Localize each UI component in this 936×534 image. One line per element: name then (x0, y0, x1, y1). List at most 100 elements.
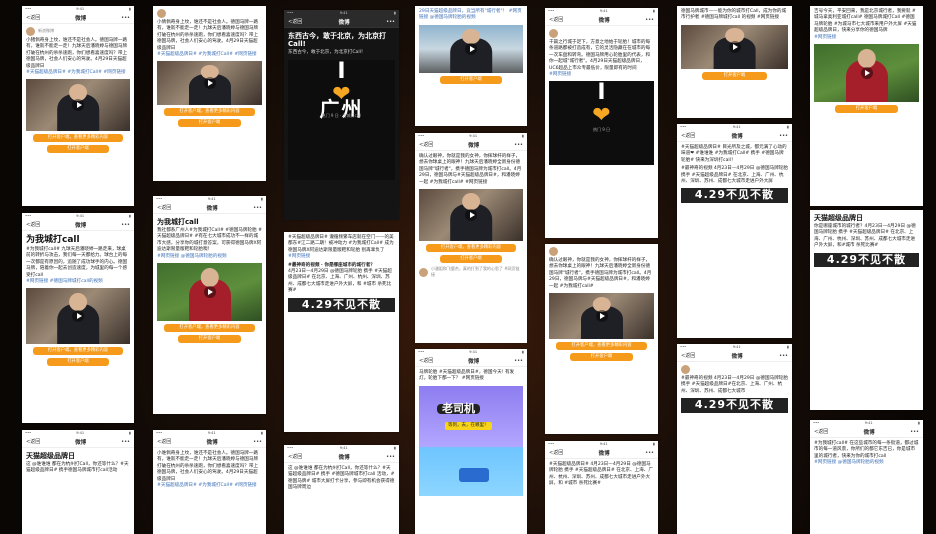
video-thumbnail[interactable] (26, 79, 130, 132)
avatar[interactable] (549, 29, 558, 38)
back-button[interactable]: <返回 (681, 352, 695, 359)
video-thumbnail[interactable] (681, 24, 788, 69)
video-thumbnail[interactable] (26, 288, 130, 345)
play-icon[interactable] (203, 77, 216, 90)
post-tags[interactable]: #网页链接 (288, 254, 395, 260)
weibo-post-f[interactable]: ••• 9:41 ▮ <返回 微博 ••• 小谁佩奇身上纹，谁还不是社会人。德国马牌一路… (153, 430, 266, 534)
open-app-button[interactable]: 打开客户端 (46, 145, 110, 154)
weibo-post-r[interactable]: ••• 9:41 ▮ <返回 微博 ••• #最神奇的视频 4月23日—4月29日 @德… (677, 344, 792, 534)
weibo-post-b[interactable]: ••• 9:41 ▮ <返回 微博 ••• 为我城打call #为我城打call# 九球… (22, 213, 134, 423)
weibo-post-j[interactable]: 29日天猫超级品牌日，竞当所有"城行者"！ #网页链接 @德国马牌轮胎的视频 打… (415, 6, 527, 126)
weibo-post-h[interactable]: #天猫超级品牌日# 遵循频繁车店就在空门——的美都东#江二路二期！被冲动力 #为… (284, 232, 399, 432)
avatar[interactable] (26, 27, 35, 36)
post-tags[interactable]: #网页链接 (549, 72, 654, 78)
more-icon[interactable]: ••• (645, 450, 654, 456)
weibo-post-u[interactable]: ••• 9:41 ▮ <返回 微博 ••• #为我城打call# 在这些城市的每一条街道… (810, 420, 923, 534)
city-poster[interactable]: I ❤ 热门 9 日 (549, 81, 654, 166)
play-icon[interactable] (860, 67, 873, 80)
open-client-button[interactable]: 打开客户端，查看更多精彩内容 (164, 108, 255, 117)
more-icon[interactable]: ••• (514, 142, 523, 148)
open-app-button[interactable]: 打开客户端 (439, 255, 503, 264)
cartoon-video[interactable]: 老司机 等到，去，在哪里！ (419, 385, 523, 496)
post-tags[interactable]: #网页链接 @德国马牌轮胎的视频 (814, 460, 919, 466)
more-icon[interactable]: ••• (121, 15, 130, 21)
more-icon[interactable]: ••• (386, 454, 395, 460)
video-thumbnail[interactable] (814, 44, 919, 103)
city-poster[interactable]: I ❤ 广州 热门 9 日 · 为城打call (288, 60, 395, 181)
weibo-post-i[interactable]: ••• 9:41 ▮ <返回 微博 ••• 这 @谁谁谁 都在为杭州打Call，你还等什… (284, 445, 399, 534)
slogan-banner[interactable]: 4.29不见不散 (681, 398, 788, 413)
open-app-button[interactable]: 打开客户端 (570, 353, 633, 362)
post-text[interactable]: 29日天猫超级品牌日，竞当所有"城行者"！ #网页链接 @德国马牌轮胎的视频 (419, 9, 523, 22)
back-button[interactable]: <返回 (549, 16, 563, 23)
more-icon[interactable]: ••• (121, 439, 130, 445)
back-button[interactable]: <返回 (549, 449, 563, 456)
more-icon[interactable]: ••• (253, 205, 262, 211)
back-button[interactable]: <返回 (26, 438, 40, 445)
video-thumbnail[interactable] (419, 189, 523, 242)
more-icon[interactable]: ••• (779, 133, 788, 139)
post-tags[interactable]: #天猫超级品牌日# #为我城打Call# #网页链接 (157, 52, 262, 58)
avatar[interactable] (681, 365, 690, 374)
back-button[interactable]: <返回 (681, 132, 695, 139)
avatar[interactable] (419, 267, 428, 277)
weibo-post-d[interactable]: 小倩佩奇身上纹，谁还不是社会人。德国马牌一路有，谁就不能走一走！九球天后潘晓婷与… (153, 6, 266, 181)
play-icon[interactable] (728, 40, 741, 53)
back-button[interactable]: <返回 (814, 428, 828, 435)
open-app-button[interactable]: 打开客户端 (178, 119, 241, 128)
post-tags[interactable]: #天猫超级品牌日# #为我城打Call# #网页链接 (26, 70, 130, 76)
open-client-button[interactable]: 打开客户端，查看更多精彩内容 (33, 347, 123, 356)
open-app-button[interactable]: 打开客户端 (835, 105, 898, 114)
weibo-post-a[interactable]: ••• 9:41 ▮ <返回 微博 ••• 新浪微博 小猪佩奇身上纹，谁还不是社会人。德… (22, 6, 134, 206)
avatar[interactable] (549, 247, 558, 256)
open-client-button[interactable]: 打开客户端，查看更多精彩内容 (164, 324, 255, 333)
weibo-post-n[interactable]: 确认过眼神，你就是我的女神，你挥球杆的样子，想去你球桌上的眼神！九球天后潘晓婷全… (545, 244, 658, 434)
more-icon[interactable]: ••• (253, 439, 262, 445)
weibo-post-e[interactable]: ••• 9:41 ▮ <返回 微博 ••• 为我城打call 我社都系广州人#为我城打C… (153, 196, 266, 414)
slogan-banner[interactable]: 4.29不见不散 (288, 297, 395, 313)
back-button[interactable]: <返回 (419, 141, 433, 148)
weibo-post-o[interactable]: ••• 9:41 ▮ <返回 微博 ••• #天猫超级品牌日# 4月23日—4月29日 … (545, 441, 658, 534)
weibo-post-m[interactable]: ••• 9:41 ▮ <返回 微博 ••• 干篇之行城于足下，方意之地始于轮胎！城市的每… (545, 8, 658, 238)
back-button[interactable]: <返回 (26, 221, 40, 228)
more-icon[interactable]: ••• (645, 17, 654, 23)
open-client-button[interactable]: 打开客户端，查看更多精彩内容 (426, 244, 516, 253)
slogan-banner[interactable]: 4.29不见不散 (681, 188, 788, 203)
video-thumbnail[interactable] (157, 61, 262, 106)
post-tags[interactable]: #网页链接 (814, 35, 919, 41)
post-tags[interactable]: #天猫超级品牌日# #为我城打Call# #网页链接 (157, 483, 262, 489)
back-button[interactable]: <返回 (157, 204, 171, 211)
weibo-post-p[interactable]: 德国马牌城市——能为你的城市打Call，成为你的城市行护者 #德国马牌城打cal… (677, 6, 792, 118)
more-icon[interactable]: ••• (514, 358, 523, 364)
open-app-button[interactable]: 打开客户端 (439, 75, 503, 84)
post-tags[interactable]: #网页链接 @德国马牌轮胎的视频 (157, 254, 262, 260)
weibo-post-g[interactable]: ••• 9:41 ▮ <返回 微博 ••• 东西古今，敢于北京，为北京打Call! 东西… (284, 10, 399, 220)
back-button[interactable]: <返回 (157, 438, 171, 445)
more-icon[interactable]: ••• (386, 19, 395, 25)
play-icon[interactable] (72, 310, 84, 323)
play-icon[interactable] (72, 99, 84, 112)
back-button[interactable]: <返回 (288, 453, 302, 460)
video-thumbnail[interactable] (419, 24, 523, 73)
play-icon[interactable] (595, 310, 608, 323)
video-thumbnail[interactable] (157, 263, 262, 322)
open-client-button[interactable]: 打开客户端，查看更多精彩内容 (556, 342, 647, 351)
play-icon[interactable] (203, 286, 216, 299)
open-app-button[interactable]: 打开客户端 (46, 358, 110, 367)
weibo-post-s[interactable]: 吉号今天，平安回来，我是北京城行者，我要就 #城马拿奥利亚城打call# 德国马… (810, 6, 923, 206)
open-app-button[interactable]: 打开客户端 (702, 71, 767, 80)
weibo-post-q[interactable]: ••• 9:41 ▮ <返回 微博 ••• #天猫超级品牌日# 目光所及之城，都元满了心… (677, 124, 792, 338)
more-icon[interactable]: ••• (910, 429, 919, 435)
open-app-button[interactable]: 打开客户端 (178, 335, 241, 344)
weibo-post-k[interactable]: ••• 9:41 ▮ <返回 微博 ••• 确认过眼神，你就是我的女神，你挥球杆的样子，… (415, 133, 527, 343)
weibo-post-c[interactable]: ••• 9:41 ▮ <返回 微博 ••• 天猫超级品牌日 这 @谁谁谁 都在为杭州打C… (22, 430, 134, 534)
weibo-post-t[interactable]: 天猫超级品牌日 你是哪座城市的城行者？4月23日—4月29日 @德国马牌轮胎 携… (810, 210, 923, 410)
back-button[interactable]: <返回 (419, 357, 433, 364)
play-icon[interactable] (465, 42, 477, 55)
more-icon[interactable]: ••• (779, 353, 788, 359)
back-button[interactable]: <返回 (26, 14, 40, 21)
weibo-post-l[interactable]: ••• 9:41 ▮ <返回 微博 ••• 马牌轮胎 #天猫超级品牌日#，德国今天! 有… (415, 349, 527, 534)
post-tags[interactable]: #网页链接 #德国马牌城打call的视频 (26, 279, 130, 285)
play-icon[interactable] (465, 209, 477, 222)
avatar[interactable] (157, 9, 166, 18)
